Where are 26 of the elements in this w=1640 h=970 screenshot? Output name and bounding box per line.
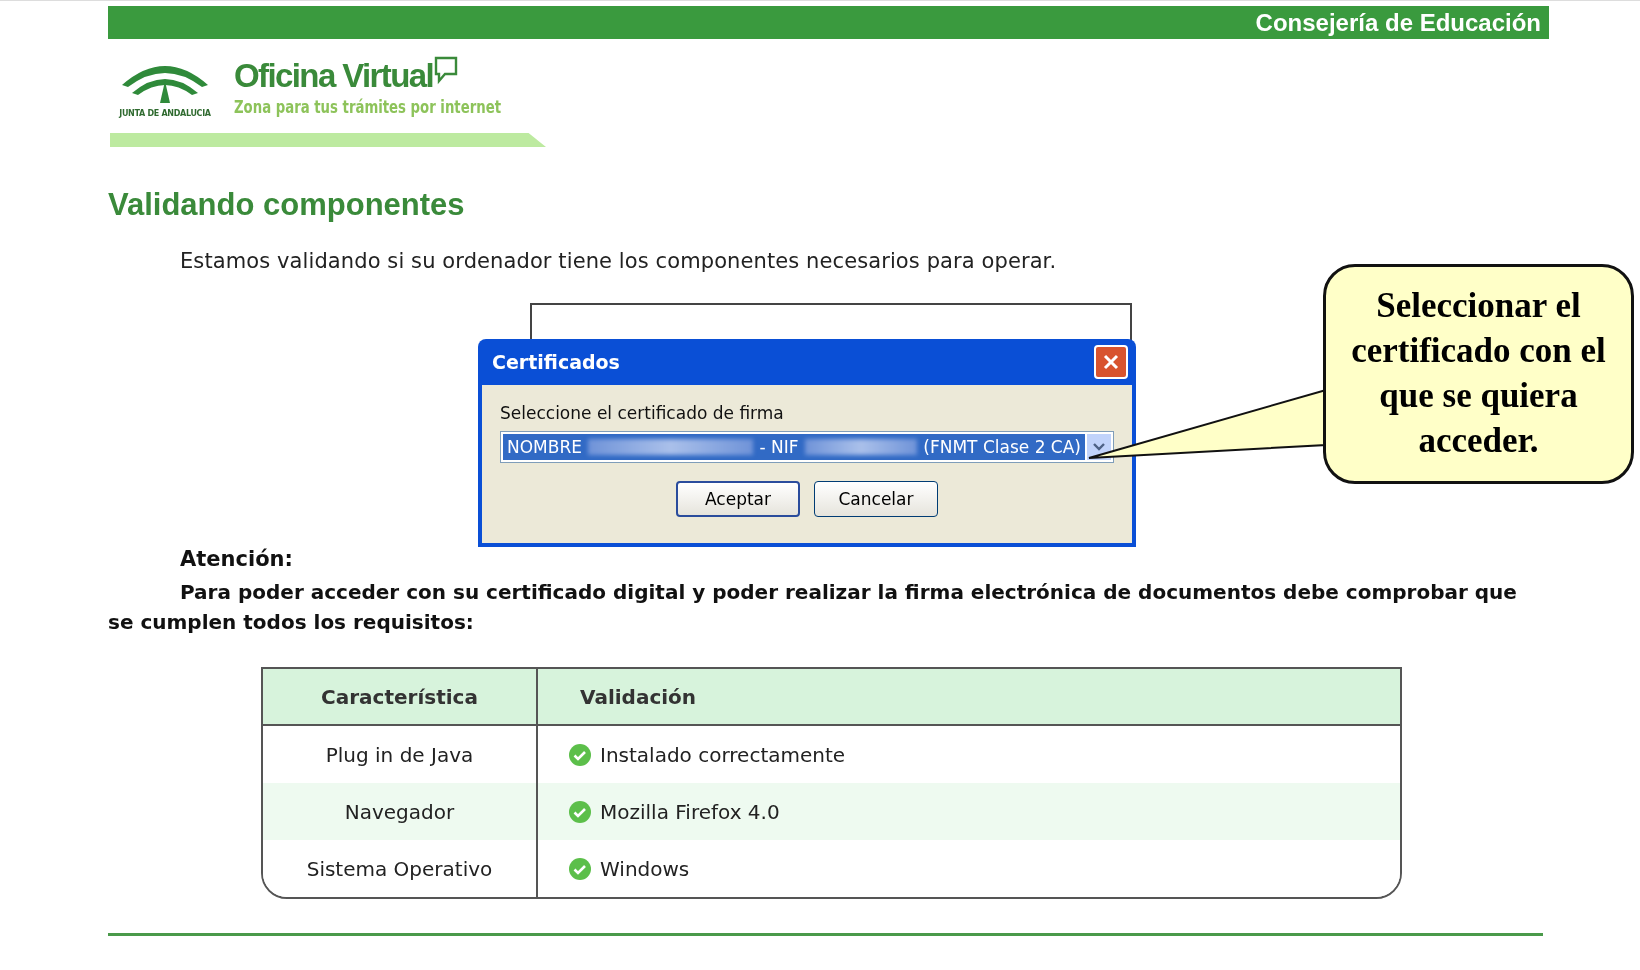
notice-text: Para poder acceder con su certificado digital y poder realizar la firma electrónica de documentos debe comprobar que se cumplen todos los requisitos: bbox=[108, 579, 1518, 636]
notice-title: Atención: bbox=[180, 547, 294, 571]
certificate-text: - NIF bbox=[759, 437, 799, 457]
intro-text: Estamos validando si su ordenador tiene los componentes necesarios para operar. bbox=[180, 249, 1058, 273]
certificate-text: (FNMT Clase 2 CA) bbox=[923, 437, 1081, 457]
brand-title: Oficina Virtual bbox=[234, 56, 434, 96]
page-title: Validando componentes bbox=[108, 187, 466, 223]
department-name: Consejería de Educación bbox=[1255, 8, 1541, 37]
column-header: Validación bbox=[579, 683, 698, 711]
close-icon bbox=[1102, 353, 1120, 371]
status-text: Instalado correctamente bbox=[600, 742, 846, 767]
callout-text: Seleccionar el certificado con el que se quiera acceder. bbox=[1350, 285, 1607, 462]
status-text: Windows bbox=[600, 856, 690, 881]
dialog-button[interactable]: Aceptar bbox=[676, 481, 800, 517]
brand-subtitle: Zona para tus trámites por internet bbox=[234, 97, 501, 117]
status-text: Mozilla Firefox 4.0 bbox=[600, 799, 780, 824]
certificate-dropdown[interactable]: NOMBRE - NIF (FNMT Clase 2 CA) bbox=[500, 431, 1114, 463]
dialog-title: Certificados bbox=[492, 351, 620, 373]
close-button[interactable] bbox=[1094, 345, 1128, 379]
table-cell: Sistema Operativo bbox=[263, 840, 538, 897]
dialog-button[interactable]: Cancelar bbox=[814, 481, 938, 517]
column-header: Característica bbox=[263, 669, 538, 724]
certificate-text: NOMBRE bbox=[507, 437, 582, 457]
field-label: Seleccione el certificado de firma bbox=[500, 403, 785, 423]
logo-caption: JUNTA DE ANDALUCIA bbox=[119, 109, 211, 118]
speech-bubble-icon bbox=[433, 55, 460, 85]
